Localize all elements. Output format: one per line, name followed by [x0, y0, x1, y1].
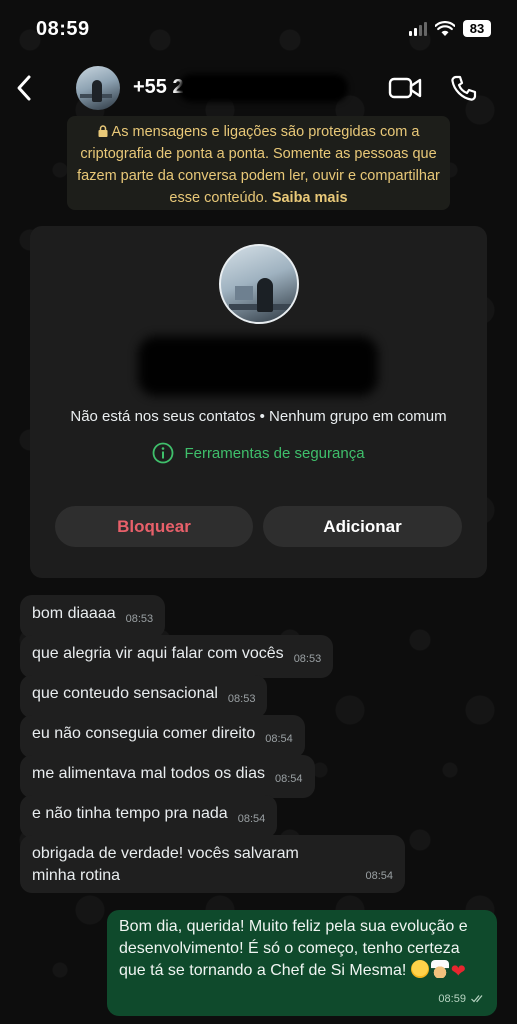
- video-call-icon[interactable]: [388, 76, 422, 100]
- lock-icon: [98, 125, 108, 137]
- message-bubble-incoming[interactable]: eu não conseguia comer direito 08:54: [20, 715, 305, 758]
- message-text: me alimentava mal todos os dias: [32, 765, 265, 782]
- learn-more-link[interactable]: Saiba mais: [272, 190, 348, 206]
- status-bar: 08:59 83: [0, 0, 517, 60]
- message-emojis: ❤: [410, 960, 466, 981]
- message-time: 08:59: [438, 993, 466, 1005]
- status-icons: 83: [409, 20, 491, 37]
- message-text: que conteudo sensacional: [32, 685, 218, 702]
- message-bubble-incoming[interactable]: que conteudo sensacional 08:53: [20, 675, 268, 718]
- unknown-contact-card: Não está nos seus contatos • Nenhum grup…: [30, 226, 487, 578]
- info-icon: [153, 442, 174, 464]
- cellular-signal-icon: [409, 21, 427, 36]
- encryption-notice-text: As mensagens e ligações são protegidas c…: [77, 124, 440, 206]
- message-time: 08:54: [275, 773, 303, 785]
- message-bubble-incoming[interactable]: me alimentava mal todos os dias 08:54: [20, 755, 315, 798]
- contact-card-avatar: [219, 244, 299, 324]
- chat-header: +55 2: [0, 60, 517, 118]
- message-bubble-outgoing[interactable]: Bom dia, querida! Muito feliz pela sua e…: [107, 910, 497, 1016]
- message-bubble-incoming[interactable]: bom diaaaa 08:53: [20, 595, 166, 638]
- battery-indicator: 83: [463, 20, 491, 37]
- add-contact-button[interactable]: Adicionar: [263, 506, 462, 547]
- safety-tools-label: Ferramentas de segurança: [184, 444, 365, 462]
- message-text: e não tinha tempo pra nada: [32, 805, 228, 822]
- message-time: 08:53: [227, 693, 256, 705]
- message-time: 08:53: [293, 653, 322, 665]
- message-bubble-incoming[interactable]: que alegria vir aqui falar com vocês 08:5…: [20, 635, 334, 678]
- encryption-notice[interactable]: As mensagens e ligações são protegidas c…: [67, 116, 450, 210]
- double-check-icon: [471, 995, 483, 1003]
- contact-avatar[interactable]: [76, 66, 120, 110]
- safety-tools-link[interactable]: Ferramentas de segurança: [30, 442, 487, 464]
- contact-name[interactable]: +55 2: [133, 76, 184, 99]
- voice-call-icon[interactable]: [450, 74, 478, 102]
- back-chevron-icon[interactable]: [14, 74, 36, 102]
- message-time: 08:54: [265, 733, 293, 745]
- message-time: 08:54: [365, 870, 393, 882]
- message-text: que alegria vir aqui falar com vocês: [32, 645, 284, 662]
- red-heart-emoji: ❤: [450, 961, 466, 981]
- redacted-contact-details: [138, 336, 378, 396]
- message-bubble-incoming[interactable]: e não tinha tempo pra nada 08:54: [20, 795, 278, 838]
- message-text: bom diaaaa: [32, 605, 116, 622]
- message-time: 08:54: [237, 813, 266, 825]
- contact-info-text: Não está nos seus contatos • Nenhum grup…: [70, 408, 447, 425]
- message-text: eu não conseguia comer direito: [32, 725, 256, 742]
- block-button[interactable]: Bloquear: [55, 506, 253, 547]
- message-time-status: 08:59: [438, 988, 485, 1010]
- message-text: obrigada de verdade! vocês salvaram minh…: [32, 845, 299, 884]
- status-time: 08:59: [36, 18, 90, 40]
- redacted-phone-number: [178, 74, 348, 102]
- message-time: 08:53: [125, 613, 154, 625]
- cook-emoji: [430, 960, 449, 978]
- smiling-face-hearts-emoji: [410, 960, 429, 978]
- message-bubble-incoming[interactable]: obrigada de verdade! vocês salvaram minh…: [20, 835, 405, 893]
- wifi-icon: [435, 20, 455, 36]
